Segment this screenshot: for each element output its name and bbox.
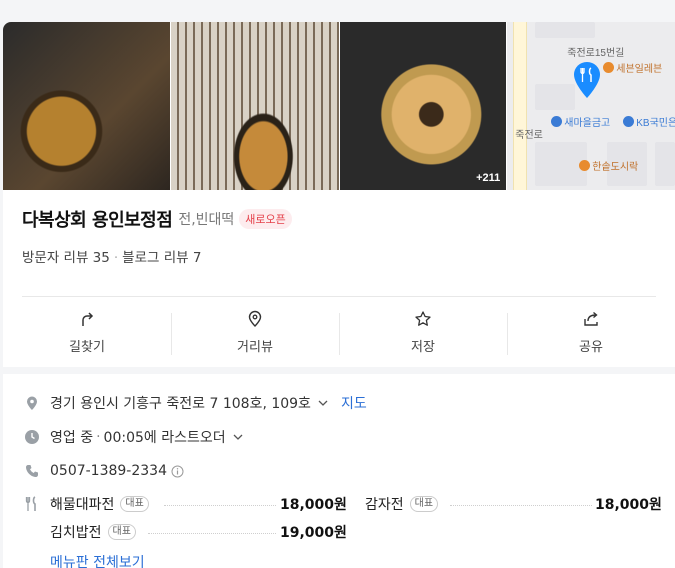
signature-tag: 대표 [107, 524, 136, 540]
star-icon [415, 310, 431, 326]
menu-item[interactable]: 해물대파전 대표 [50, 494, 149, 514]
mini-map[interactable]: 죽전로15번길 죽전로 세븐일레븐 새마을금고 KB국민은 한솥도시락 [507, 22, 675, 190]
map-poi-bank: 새마을금고 [551, 114, 610, 129]
address-text[interactable]: 경기 용인시 기흥구 죽전로 7 108호, 109호 [50, 393, 311, 413]
menu-item-price: 18,000원 [280, 497, 347, 513]
streetview-icon [248, 310, 262, 327]
hours-row: 영업 중 · 00:05에 라스트오더 [24, 420, 675, 454]
save-button[interactable]: 저장 [339, 297, 507, 367]
directions-button[interactable]: 길찾기 [3, 297, 171, 367]
photo-3[interactable]: +211 [339, 22, 507, 190]
restaurant-icon [579, 160, 591, 171]
section-gap [3, 367, 675, 374]
map-poi-kb: KB국민은 [623, 114, 675, 129]
store-icon [603, 62, 615, 73]
place-card: +211 죽전로15번길 죽전로 세븐일레븐 새마을금고 KB국민은 한솥도시락… [3, 22, 675, 568]
place-header: 다복상회 용인보정점 전,빈대떡 새로오픈 방문자 리뷰 35 · 블로그 리뷰 7 [3, 190, 675, 297]
map-poi-seven: 세븐일레븐 [603, 60, 662, 75]
map-street-label: 죽전로 [515, 130, 543, 141]
share-button[interactable]: 공유 [507, 297, 675, 367]
separator: · [96, 429, 101, 445]
menu-item[interactable]: 김치밥전 대표 [50, 522, 136, 542]
menu-item-price: 18,000원 [595, 497, 662, 513]
bank-icon [551, 116, 563, 127]
phone-icon [26, 465, 38, 477]
save-label: 저장 [411, 339, 435, 355]
view-full-menu-link[interactable]: 메뉴판 전체보기 [50, 552, 145, 568]
open-status: 영업 중 [50, 430, 94, 446]
dotted-leader [164, 505, 276, 506]
signature-tag: 대표 [409, 496, 439, 512]
chevron-down-icon[interactable] [232, 431, 244, 443]
streetview-button[interactable]: 거리뷰 [171, 297, 339, 367]
bank-icon [623, 116, 635, 127]
signature-tag: 대표 [120, 496, 149, 512]
map-poi-hansot: 한솥도시락 [579, 158, 638, 173]
cutlery-icon [25, 496, 36, 511]
map-block [535, 22, 596, 38]
directions-icon [82, 311, 94, 326]
clock-icon [25, 430, 39, 444]
new-open-badge: 새로오픈 [239, 209, 292, 229]
place-category: 전,빈대떡 [178, 212, 235, 228]
share-label: 공유 [579, 339, 603, 355]
share-icon [584, 311, 598, 326]
action-bar: 길찾기 거리뷰 저장 공유 [3, 297, 675, 367]
address-row: 경기 용인시 기흥구 죽전로 7 108호, 109호 지도 [24, 386, 675, 420]
menu-item-name: 감자전 [365, 497, 404, 513]
last-order-text[interactable]: 00:05에 라스트오더 [104, 427, 226, 447]
more-photos-count[interactable]: +211 [476, 172, 500, 184]
menu-item-name: 김치밥전 [50, 525, 102, 541]
separator: · [113, 250, 119, 266]
blog-review-link[interactable]: 블로그 리뷰 7 [122, 250, 201, 266]
visitor-review-link[interactable]: 방문자 리뷰 35 [22, 250, 110, 266]
menu-item-price: 19,000원 [280, 525, 347, 541]
phone-number[interactable]: 0507-1389-2334 [50, 463, 167, 479]
map-block [535, 84, 576, 110]
location-icon [27, 396, 37, 410]
map-road [513, 22, 528, 190]
info-section: 경기 용인시 기흥구 죽전로 7 108호, 109호 지도 영업 중 · 00… [3, 374, 675, 568]
menu-section: 해물대파전 대표 18,000원 감자전 대표 18,000원 김치밥전 대표 … [24, 488, 675, 568]
streetview-label: 거리뷰 [237, 339, 273, 355]
menu-item-name: 해물대파전 [50, 497, 115, 513]
phone-row: 0507-1389-2334 [24, 454, 675, 488]
dotted-leader [148, 533, 276, 534]
photo-strip: +211 죽전로15번길 죽전로 세븐일레븐 새마을금고 KB국민은 한솥도시락 [3, 22, 675, 190]
map-link[interactable]: 지도 [341, 393, 367, 413]
info-icon[interactable] [171, 465, 184, 478]
map-street-label: 죽전로15번길 [567, 48, 625, 59]
photo-2[interactable] [170, 22, 339, 190]
map-pin-icon [574, 62, 601, 98]
map-block [655, 142, 675, 186]
place-name: 다복상회 용인보정점 [22, 210, 173, 231]
dotted-leader [450, 505, 592, 506]
chevron-down-icon[interactable] [317, 397, 329, 409]
directions-label: 길찾기 [69, 339, 105, 355]
photo-1[interactable] [3, 22, 170, 190]
review-summary: 방문자 리뷰 35 · 블로그 리뷰 7 [22, 246, 675, 266]
menu-item[interactable]: 감자전 대표 [365, 494, 439, 514]
